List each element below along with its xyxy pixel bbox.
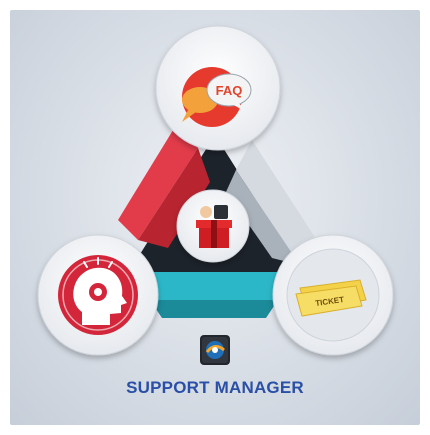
page-title: SUPPORT MANAGER: [126, 378, 304, 397]
faq-bubble-text: FAQ: [216, 83, 243, 98]
artwork: FAQ TICKET: [37, 25, 394, 365]
head-gear-icon: [58, 255, 138, 335]
triangle-cyan-face-shade: [150, 300, 278, 318]
triangle-cyan-face: [140, 272, 290, 300]
support-manager-logo-icon: [200, 335, 230, 365]
support-gift-icon: [196, 205, 232, 248]
